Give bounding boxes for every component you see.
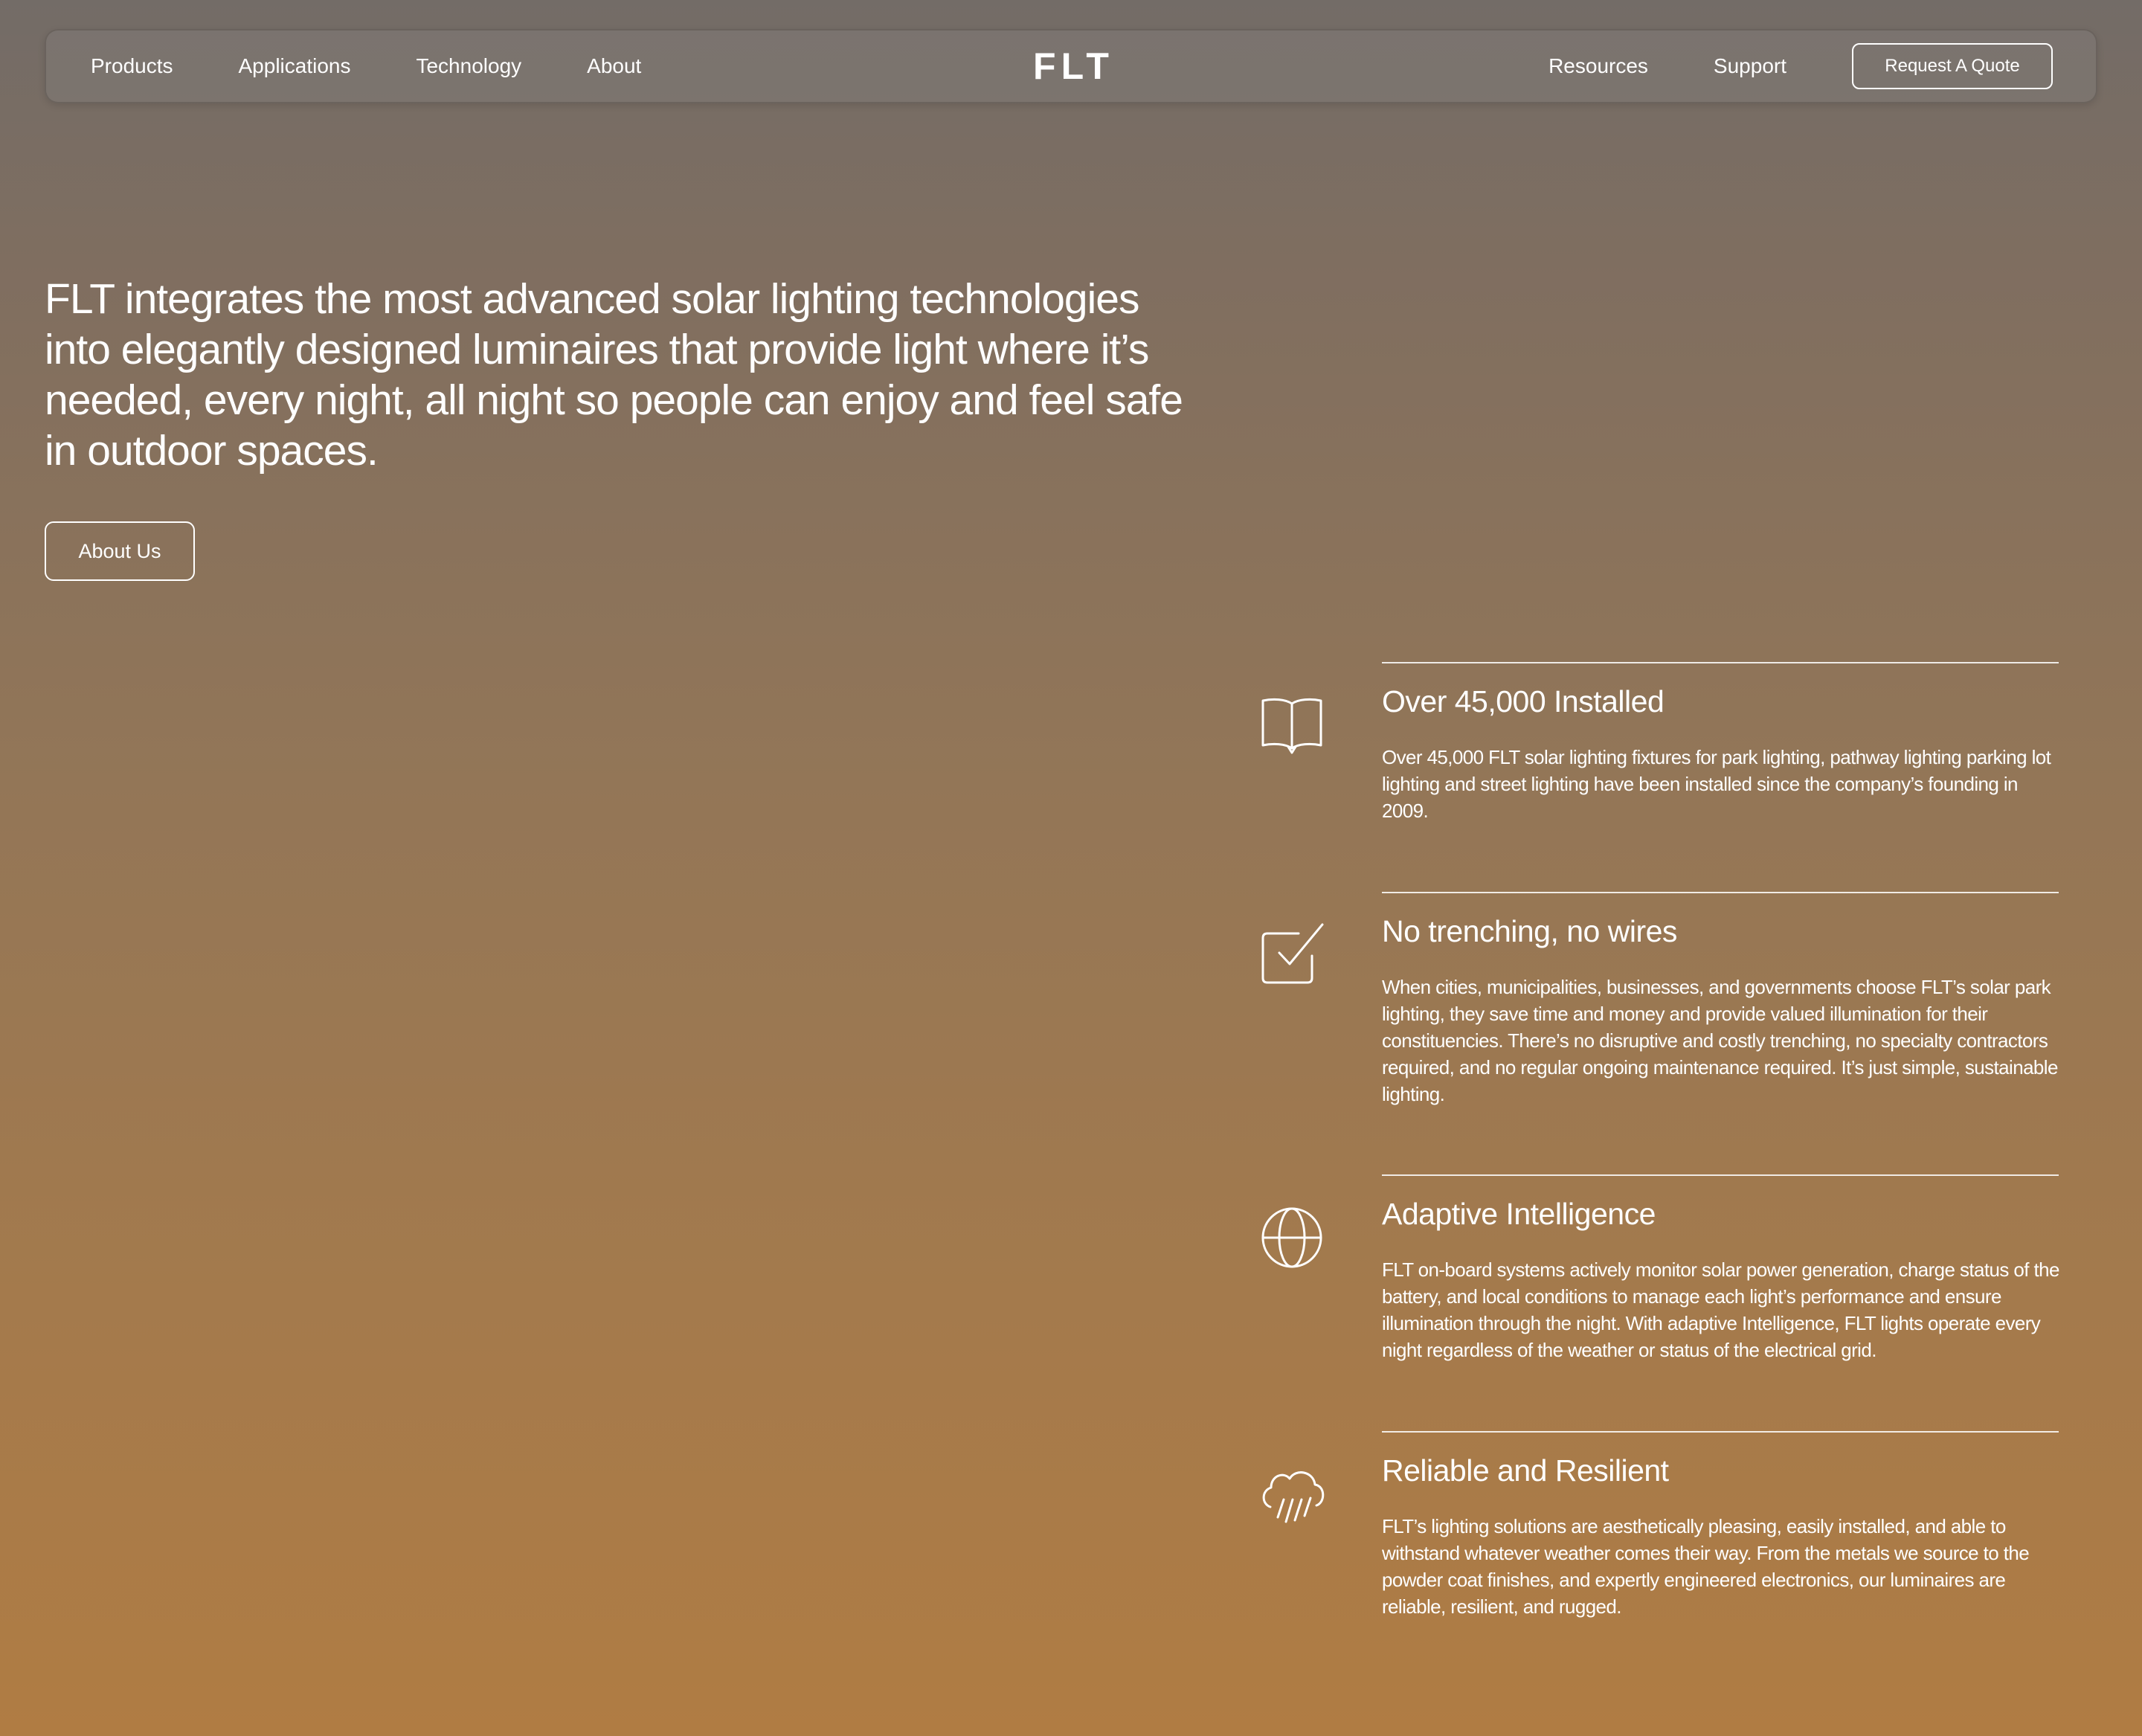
feature-description: FLT’s lighting solutions are aesthetical… bbox=[1382, 1515, 2030, 1618]
primary-nav: Products Applications Technology About bbox=[91, 30, 707, 102]
rain-cloud-icon bbox=[1257, 1458, 1327, 1528]
globe-icon bbox=[1257, 1201, 1327, 1271]
feature-description: FLT on-board systems actively monitor so… bbox=[1382, 1258, 2059, 1361]
about-us-button[interactable]: About Us bbox=[45, 521, 195, 581]
nav-link-technology[interactable]: Technology bbox=[416, 54, 521, 78]
feature-description: Over 45,000 FLT solar lighting fixtures … bbox=[1382, 746, 2051, 822]
nav-link-resources[interactable]: Resources bbox=[1548, 54, 1648, 78]
top-navbar: Products Applications Technology About F… bbox=[45, 29, 2097, 103]
feature-divider bbox=[1382, 662, 2059, 663]
feature-title: No trenching, no wires bbox=[1382, 914, 1677, 948]
feature-divider bbox=[1382, 1174, 2059, 1176]
feature-title: Adaptive Intelligence bbox=[1382, 1197, 1656, 1231]
nav-link-support[interactable]: Support bbox=[1714, 54, 1786, 78]
site-logo[interactable]: FLT bbox=[1028, 45, 1114, 88]
hero-statement: FLT integrates the most advanced solar l… bbox=[45, 275, 1183, 475]
nav-link-about[interactable]: About bbox=[587, 54, 641, 78]
feature-title: Reliable and Resilient bbox=[1382, 1453, 1669, 1488]
feature-title: Over 45,000 Installed bbox=[1382, 684, 1665, 718]
feature-divider bbox=[1382, 892, 2059, 893]
feature-description: When cities, municipalities, businesses,… bbox=[1382, 976, 2058, 1105]
request-quote-button[interactable]: Request A Quote bbox=[1852, 43, 2053, 89]
secondary-nav: Resources Support Request A Quote bbox=[1483, 30, 2053, 102]
nav-link-products[interactable]: Products bbox=[91, 54, 173, 78]
feature-divider bbox=[1382, 1431, 2059, 1433]
book-icon bbox=[1257, 689, 1327, 759]
checkbox-icon bbox=[1257, 919, 1327, 988]
nav-link-applications[interactable]: Applications bbox=[239, 54, 351, 78]
